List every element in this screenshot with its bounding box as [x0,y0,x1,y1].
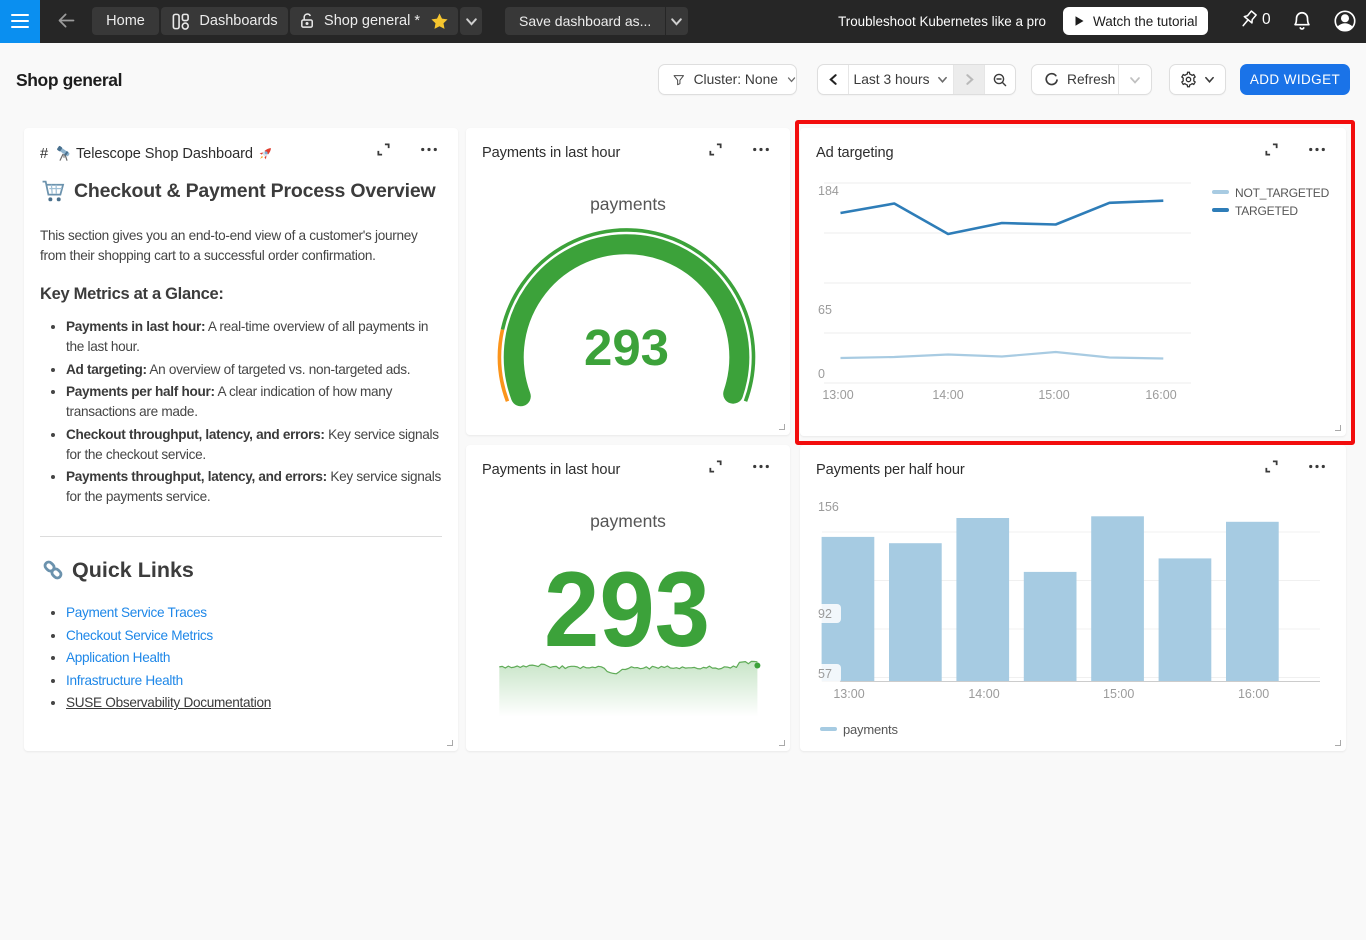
svg-text:65: 65 [818,303,832,317]
svg-text:16:00: 16:00 [1145,388,1176,402]
svg-text:15:00: 15:00 [1103,687,1134,701]
svg-text:15:00: 15:00 [1038,388,1069,402]
svg-text:13:00: 13:00 [822,388,853,402]
svg-text:14:00: 14:00 [932,388,963,402]
svg-text:156: 156 [818,500,839,514]
svg-text:92: 92 [818,607,832,621]
svg-text:13:00: 13:00 [833,687,864,701]
svg-text:184: 184 [818,184,839,198]
svg-text:16:00: 16:00 [1238,687,1269,701]
svg-text:0: 0 [818,367,825,381]
svg-text:293: 293 [584,319,669,376]
svg-text:293: 293 [544,549,710,669]
svg-text:57: 57 [818,667,832,681]
svg-text:14:00: 14:00 [968,687,999,701]
